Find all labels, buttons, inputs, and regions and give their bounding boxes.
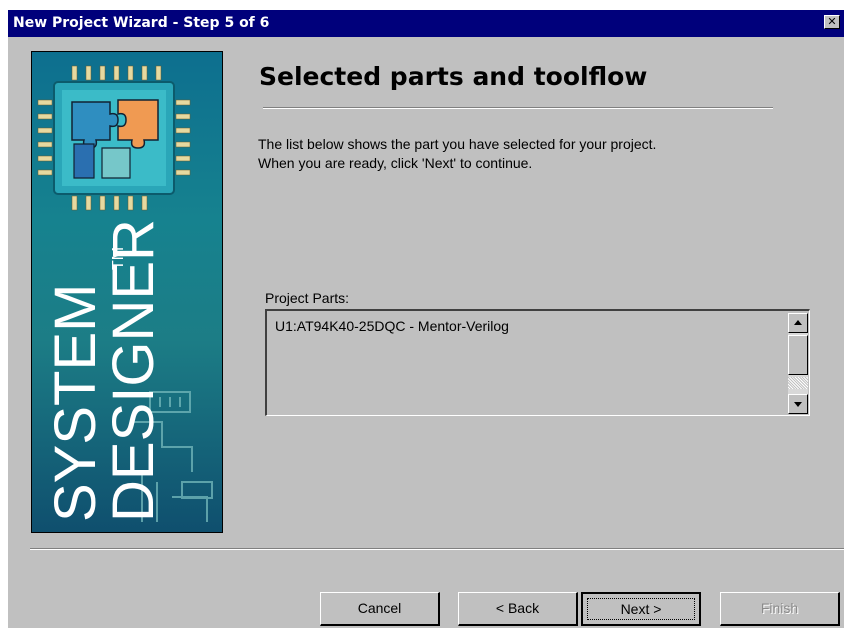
page-title: Selected parts and toolflow [259, 62, 648, 91]
finish-label: Finish [760, 600, 799, 616]
description-line-2: When you are ready, click 'Next' to cont… [258, 155, 533, 171]
scroll-track[interactable] [788, 377, 808, 389]
project-parts-label: Project Parts: [265, 290, 350, 306]
next-button[interactable]: Next > [581, 592, 701, 626]
system-designer-banner: SYSTEM DESIGNER TM [31, 51, 223, 533]
close-icon: ✕ [827, 15, 837, 28]
window-title: New Project Wizard - Step 5 of 6 [13, 15, 270, 31]
cancel-label: Cancel [357, 600, 402, 616]
project-parts-listbox[interactable]: U1:AT94K40-25DQC - Mentor-Verilog [265, 309, 810, 416]
description-line-1: The list below shows the part you have s… [258, 136, 657, 152]
scroll-thumb[interactable] [788, 335, 808, 375]
next-label: Next > [620, 601, 662, 617]
title-bar[interactable]: New Project Wizard - Step 5 of 6 ✕ [8, 10, 844, 37]
close-button[interactable]: ✕ [824, 15, 840, 29]
vertical-scrollbar[interactable] [788, 313, 808, 414]
cancel-button[interactable]: Cancel [320, 592, 440, 626]
back-button[interactable]: < Back [458, 592, 578, 626]
arrow-down-icon [794, 402, 802, 407]
list-item[interactable]: U1:AT94K40-25DQC - Mentor-Verilog [275, 318, 509, 334]
scroll-up-button[interactable] [788, 313, 808, 333]
heading-divider [263, 107, 773, 109]
wizard-window: New Project Wizard - Step 5 of 6 ✕ SYSTE… [8, 10, 844, 628]
back-label: < Back [495, 600, 540, 616]
trademark-mark: TM [110, 247, 127, 270]
description: The list below shows the part you have s… [258, 135, 656, 173]
scroll-down-button[interactable] [788, 394, 808, 414]
footer-divider [30, 548, 844, 550]
arrow-up-icon [794, 320, 802, 325]
finish-button: Finish [720, 592, 840, 626]
chip-puzzle-icon [37, 65, 191, 211]
brand-line1: SYSTEM [43, 284, 108, 523]
